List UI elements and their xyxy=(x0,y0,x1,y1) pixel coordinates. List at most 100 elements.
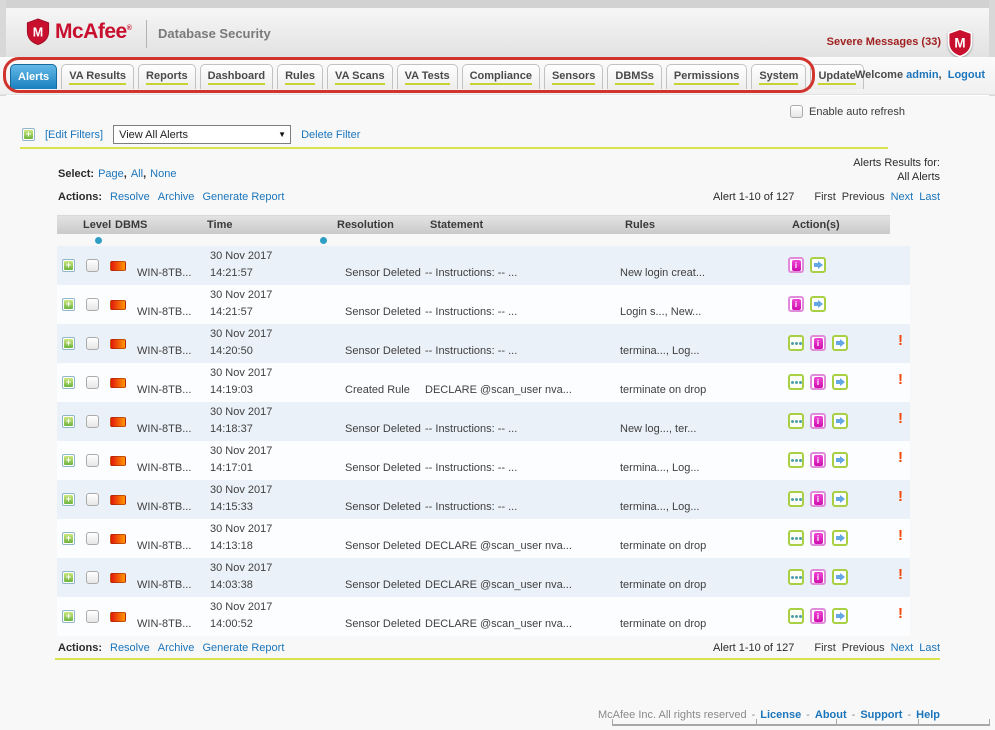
expand-row-icon[interactable]: + xyxy=(62,298,75,311)
forward-alert-action-icon[interactable] xyxy=(832,452,848,468)
alert-info-action-icon[interactable]: i xyxy=(810,335,826,351)
column-header-statement[interactable]: Statement xyxy=(430,219,483,231)
forward-alert-action-icon[interactable] xyxy=(810,296,826,312)
resolve-link[interactable]: Resolve xyxy=(110,191,150,203)
expand-row-icon[interactable]: + xyxy=(62,532,75,545)
expand-row-icon[interactable]: + xyxy=(62,454,75,467)
forward-alert-action-icon[interactable] xyxy=(832,608,848,624)
expand-row-icon[interactable]: + xyxy=(62,493,75,506)
alert-info-action-icon[interactable]: i xyxy=(788,296,804,312)
view-events-action-icon[interactable] xyxy=(788,569,804,585)
alert-info-action-icon[interactable]: i xyxy=(810,569,826,585)
tab-compliance[interactable]: Compliance xyxy=(462,64,540,89)
filter-select[interactable]: View All Alerts ▼ xyxy=(113,125,291,144)
severity-level-icon xyxy=(110,573,126,583)
footer-support-link[interactable]: Support xyxy=(860,709,902,721)
tab-dbmss[interactable]: DBMSs xyxy=(607,64,662,89)
severe-messages-link[interactable]: Severe Messages (33) xyxy=(827,36,941,48)
tab-sensors[interactable]: Sensors xyxy=(544,64,603,89)
tab-rules[interactable]: Rules xyxy=(277,64,323,89)
forward-alert-action-icon[interactable] xyxy=(832,374,848,390)
footer-about-link[interactable]: About xyxy=(815,709,847,721)
pagination-next-link[interactable]: Next xyxy=(891,191,914,203)
tab-va-scans[interactable]: VA Scans xyxy=(327,64,393,89)
row-checkbox[interactable] xyxy=(86,298,99,311)
tab-alerts[interactable]: Alerts xyxy=(10,64,57,89)
expand-row-icon[interactable]: + xyxy=(62,337,75,350)
row-checkbox[interactable] xyxy=(86,259,99,272)
view-events-action-icon[interactable] xyxy=(788,335,804,351)
column-header-resolution[interactable]: Resolution xyxy=(337,219,394,231)
resolve-link[interactable]: Resolve xyxy=(110,642,150,654)
edit-filters-link[interactable]: [Edit Filters] xyxy=(45,129,103,141)
pagination-next-link[interactable]: Next xyxy=(891,642,914,654)
sort-indicator-level-icon[interactable] xyxy=(95,237,102,244)
auto-refresh-control: Enable auto refresh xyxy=(790,105,905,118)
auto-refresh-checkbox[interactable] xyxy=(790,105,803,118)
alert-info-action-icon[interactable]: i xyxy=(810,491,826,507)
alert-info-action-icon[interactable]: i xyxy=(810,608,826,624)
row-checkbox[interactable] xyxy=(86,415,99,428)
tab-system[interactable]: System xyxy=(751,64,806,89)
footer-help-link[interactable]: Help xyxy=(916,709,940,721)
alert-info-action-icon[interactable]: i xyxy=(810,530,826,546)
alert-info-action-icon[interactable]: i xyxy=(810,374,826,390)
tab-permissions[interactable]: Permissions xyxy=(666,64,747,89)
column-header-time[interactable]: Time xyxy=(207,219,232,231)
expand-row-icon[interactable]: + xyxy=(62,415,75,428)
tab-va-results[interactable]: VA Results xyxy=(61,64,134,89)
row-checkbox[interactable] xyxy=(86,337,99,350)
add-filter-icon[interactable]: + xyxy=(22,128,35,141)
column-header-rules[interactable]: Rules xyxy=(625,219,655,231)
forward-alert-action-icon[interactable] xyxy=(832,569,848,585)
footer-license-link[interactable]: License xyxy=(760,709,801,721)
pagination-last-link[interactable]: Last xyxy=(919,642,940,654)
view-events-action-icon[interactable] xyxy=(788,608,804,624)
row-checkbox[interactable] xyxy=(86,532,99,545)
alert-info-action-icon[interactable]: i xyxy=(788,257,804,273)
row-checkbox[interactable] xyxy=(86,454,99,467)
alert-info-action-icon[interactable]: i xyxy=(810,413,826,429)
generate-report-link[interactable]: Generate Report xyxy=(202,642,284,654)
forward-alert-action-icon[interactable] xyxy=(832,530,848,546)
select-page-link[interactable]: Page xyxy=(98,168,124,180)
select-none-link[interactable]: None xyxy=(150,168,176,180)
dbms-cell: WIN-8TB... xyxy=(137,501,191,513)
view-events-action-icon[interactable] xyxy=(788,452,804,468)
logout-link[interactable]: Logout xyxy=(948,69,985,81)
row-checkbox[interactable] xyxy=(86,493,99,506)
dbms-cell: WIN-8TB... xyxy=(137,618,191,630)
expand-row-icon[interactable]: + xyxy=(62,610,75,623)
column-header-level[interactable]: Level xyxy=(83,219,111,231)
tab-va-tests[interactable]: VA Tests xyxy=(397,64,458,89)
select-all-link[interactable]: All xyxy=(131,168,143,180)
forward-alert-action-icon[interactable] xyxy=(832,335,848,351)
view-events-action-icon[interactable] xyxy=(788,530,804,546)
row-checkbox[interactable] xyxy=(86,376,99,389)
view-events-action-icon[interactable] xyxy=(788,374,804,390)
alert-info-action-icon[interactable]: i xyxy=(810,452,826,468)
column-header-actions[interactable]: Action(s) xyxy=(792,219,840,231)
logo-divider xyxy=(146,20,147,48)
archive-link[interactable]: Archive xyxy=(158,191,195,203)
username-link[interactable]: admin xyxy=(906,69,938,81)
expand-row-icon[interactable]: + xyxy=(62,259,75,272)
view-events-action-icon[interactable] xyxy=(788,413,804,429)
sort-indicator-resolution-icon[interactable] xyxy=(320,237,327,244)
column-header-dbms[interactable]: DBMS xyxy=(115,219,147,231)
tab-reports[interactable]: Reports xyxy=(138,64,196,89)
forward-alert-action-icon[interactable] xyxy=(810,257,826,273)
row-checkbox[interactable] xyxy=(86,610,99,623)
tab-dashboard[interactable]: Dashboard xyxy=(200,64,273,89)
delete-filter-link[interactable]: Delete Filter xyxy=(301,129,360,141)
view-events-action-icon[interactable] xyxy=(788,491,804,507)
forward-alert-action-icon[interactable] xyxy=(832,413,848,429)
generate-report-link[interactable]: Generate Report xyxy=(202,191,284,203)
expand-row-icon[interactable]: + xyxy=(62,376,75,389)
tab-label: VA Tests xyxy=(405,70,450,85)
archive-link[interactable]: Archive xyxy=(158,642,195,654)
row-checkbox[interactable] xyxy=(86,571,99,584)
forward-alert-action-icon[interactable] xyxy=(832,491,848,507)
pagination-last-link[interactable]: Last xyxy=(919,191,940,203)
expand-row-icon[interactable]: + xyxy=(62,571,75,584)
